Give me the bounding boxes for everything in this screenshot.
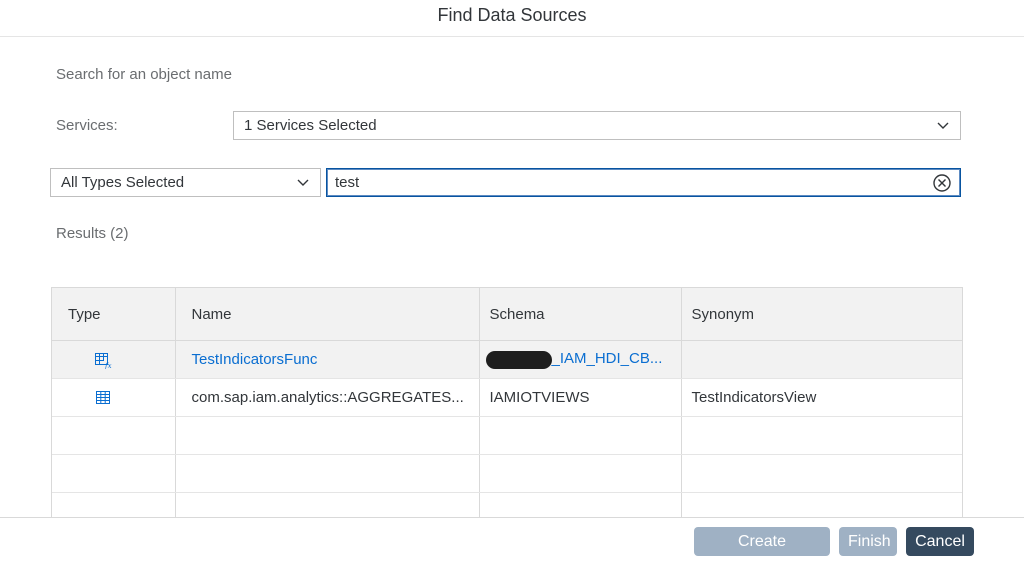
- empty-cell: [681, 416, 962, 455]
- search-prompt: Search for an object name: [56, 66, 232, 83]
- dialog-footer: Create Synonym Finish Cancel: [0, 517, 1024, 564]
- create-synonym-button[interactable]: Create Synonym: [694, 527, 830, 564]
- redaction-mark: [485, 350, 552, 369]
- schema-cell: IAMIOTVIEWS: [479, 378, 682, 417]
- svg-text:fx: fx: [104, 362, 112, 369]
- type-cell: fx: [52, 340, 176, 379]
- column-header-name[interactable]: Name: [175, 288, 480, 341]
- name-cell-link[interactable]: TestIndicatorsFunc: [175, 340, 480, 379]
- empty-cell: [681, 492, 962, 518]
- table-icon: [96, 390, 111, 404]
- chevron-down-icon: [297, 179, 309, 186]
- table-header-row: Type Name Schema Synonym: [52, 288, 962, 341]
- table-row[interactable]: fx TestIndicatorsFunc _IAM_HDI_CB...: [52, 340, 962, 379]
- name-cell: com.sap.iam.analytics::AGGREGATES...: [175, 378, 480, 417]
- dialog-header: Find Data Sources: [0, 0, 1024, 37]
- empty-cell: [479, 454, 682, 493]
- empty-cell: [52, 416, 176, 455]
- results-table: Type Name Schema Synonym fx TestIndicato…: [51, 287, 963, 518]
- empty-cell: [479, 492, 682, 518]
- empty-cell: [52, 454, 176, 493]
- search-field[interactable]: [326, 168, 961, 197]
- function-table-icon: fx: [95, 352, 112, 370]
- type-cell: [52, 378, 176, 417]
- finish-button[interactable]: Finish: [839, 527, 897, 556]
- dialog-title: Find Data Sources: [437, 5, 587, 25]
- column-header-schema[interactable]: Schema: [479, 288, 682, 341]
- schema-text: _IAM_HDI_CB...: [551, 350, 663, 368]
- services-label: Services:: [56, 117, 118, 134]
- empty-cell: [175, 492, 480, 518]
- synonym-cell: [681, 340, 962, 379]
- empty-cell: [681, 454, 962, 493]
- empty-cell: [175, 454, 480, 493]
- table-row[interactable]: com.sap.iam.analytics::AGGREGATES... IAM…: [52, 378, 962, 417]
- empty-cell: [479, 416, 682, 455]
- clear-icon[interactable]: [932, 173, 952, 193]
- cancel-button[interactable]: Cancel: [906, 527, 974, 556]
- search-input[interactable]: [335, 172, 925, 193]
- services-select[interactable]: 1 Services Selected: [233, 111, 961, 140]
- types-select[interactable]: All Types Selected: [50, 168, 321, 197]
- empty-cell: [175, 416, 480, 455]
- types-select-value: All Types Selected: [61, 174, 185, 191]
- services-select-value: 1 Services Selected: [244, 117, 377, 134]
- results-count: Results (2): [56, 225, 129, 242]
- synonym-cell: TestIndicatorsView: [681, 378, 962, 417]
- empty-row: [52, 454, 962, 493]
- find-data-sources-dialog: Find Data Sources Search for an object n…: [0, 0, 1024, 564]
- column-header-type[interactable]: Type: [52, 288, 176, 341]
- empty-row: [52, 492, 962, 518]
- schema-cell-link[interactable]: _IAM_HDI_CB...: [479, 340, 682, 379]
- chevron-down-icon: [937, 122, 949, 129]
- column-header-synonym[interactable]: Synonym: [681, 288, 962, 341]
- empty-cell: [52, 492, 176, 518]
- empty-row: [52, 416, 962, 455]
